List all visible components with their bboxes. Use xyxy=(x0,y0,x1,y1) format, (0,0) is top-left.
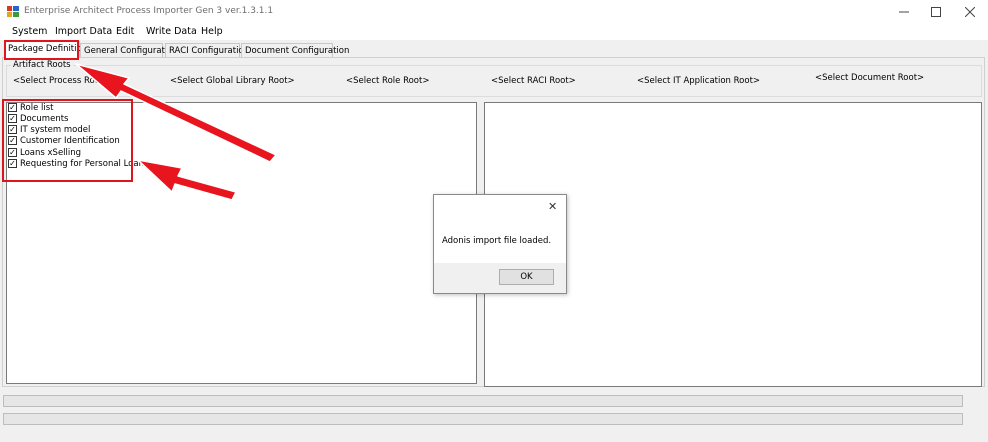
artifact-roots-legend: Artifact Roots xyxy=(11,60,73,70)
tab-raci-configuration[interactable]: RACI Configuration xyxy=(165,43,249,57)
annotation-highlight-packages xyxy=(2,99,133,182)
dialog-message: Adonis import file loaded. xyxy=(442,236,552,246)
window-title: Enterprise Architect Process Importer Ge… xyxy=(24,6,274,16)
select-role-root-link[interactable]: <Select Role Root> xyxy=(346,76,429,86)
menu-edit[interactable]: Edit xyxy=(116,26,134,37)
select-it-application-root-link[interactable]: <Select IT Application Root> xyxy=(637,76,760,86)
close-icon xyxy=(965,7,975,17)
ok-button[interactable]: OK xyxy=(499,269,554,285)
select-document-root-link[interactable]: <Select Document Root> xyxy=(815,73,924,83)
minimize-icon xyxy=(899,11,909,13)
annotation-highlight-tab xyxy=(4,40,79,60)
select-raci-root-link[interactable]: <Select RACI Root> xyxy=(491,76,576,86)
progress-bar xyxy=(3,395,963,407)
menu-system[interactable]: System xyxy=(12,26,47,37)
tab-general-configuration[interactable]: General Configuration xyxy=(80,43,178,57)
tab-document-configuration[interactable]: Document Configuration xyxy=(241,43,349,57)
maximize-button[interactable] xyxy=(920,0,952,24)
status-bar xyxy=(3,413,963,425)
menu-write-data[interactable]: Write Data xyxy=(146,26,197,37)
maximize-icon xyxy=(931,7,941,17)
select-process-root-link[interactable]: <Select Process Root> xyxy=(13,76,110,86)
close-button[interactable] xyxy=(954,0,986,24)
menu-import-data[interactable]: Import Data xyxy=(55,26,112,37)
select-global-library-root-link[interactable]: <Select Global Library Root> xyxy=(170,76,295,86)
menu-help[interactable]: Help xyxy=(201,26,223,37)
dialog-close-icon[interactable]: ✕ xyxy=(548,200,557,213)
app-icon xyxy=(7,6,19,17)
minimize-button[interactable] xyxy=(888,0,920,24)
